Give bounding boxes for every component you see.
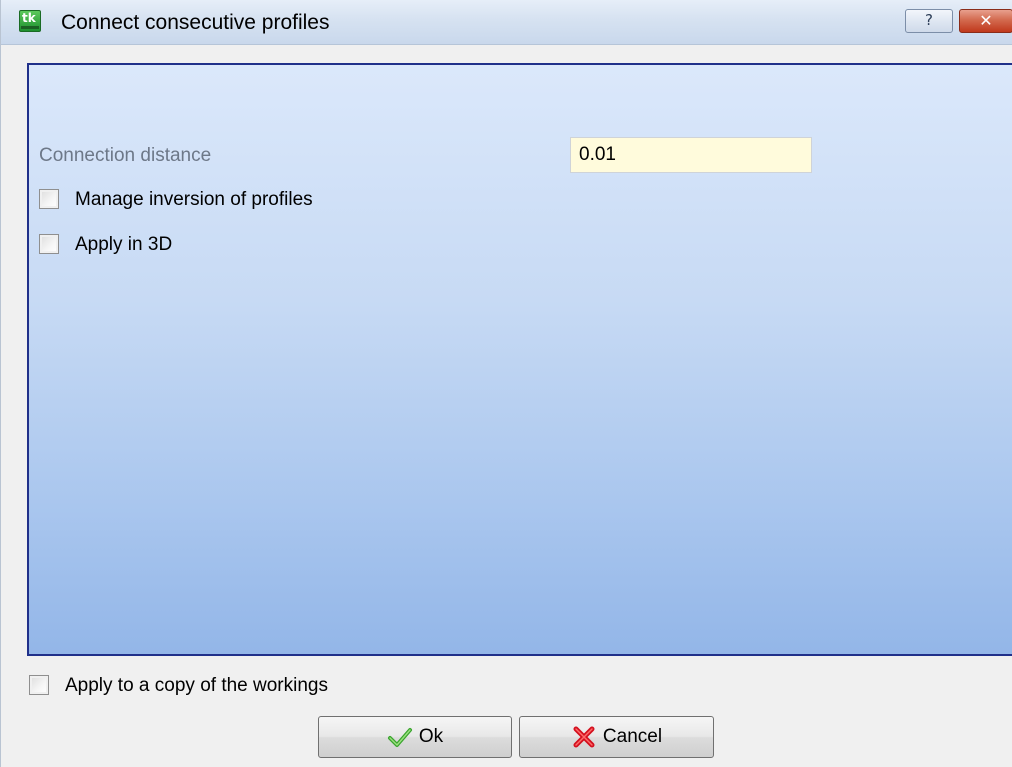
dialog-window: tk Connect consecutive profiles ? ✕ Conn…	[0, 0, 1012, 767]
ok-button[interactable]: Ok	[318, 716, 512, 758]
ok-button-label: Ok	[418, 726, 444, 747]
checkmark-icon	[387, 728, 412, 747]
manage-inversion-label[interactable]: Manage inversion of profiles	[75, 188, 313, 212]
cancel-button-label: Cancel	[602, 726, 663, 747]
close-icon: ✕	[979, 11, 993, 30]
manage-inversion-checkbox[interactable]	[39, 189, 59, 209]
app-icon-glyph: tk	[22, 11, 36, 25]
close-button[interactable]: ✕	[959, 9, 1012, 33]
connection-distance-input[interactable]	[570, 137, 812, 173]
window-title: Connect consecutive profiles	[61, 11, 330, 34]
apply-3d-label[interactable]: Apply in 3D	[75, 233, 172, 257]
app-icon-bar	[21, 26, 39, 29]
cancel-button[interactable]: Cancel	[519, 716, 714, 758]
red-x-icon	[573, 726, 595, 748]
connection-distance-label: Connection distance	[39, 145, 212, 166]
help-button[interactable]: ?	[905, 9, 953, 33]
apply-copy-label[interactable]: Apply to a copy of the workings	[65, 674, 328, 698]
help-icon: ?	[925, 11, 933, 29]
app-icon: tk	[19, 10, 41, 32]
apply-3d-checkbox[interactable]	[39, 234, 59, 254]
title-bar[interactable]: tk Connect consecutive profiles ? ✕	[1, 0, 1012, 45]
apply-copy-checkbox[interactable]	[29, 675, 49, 695]
